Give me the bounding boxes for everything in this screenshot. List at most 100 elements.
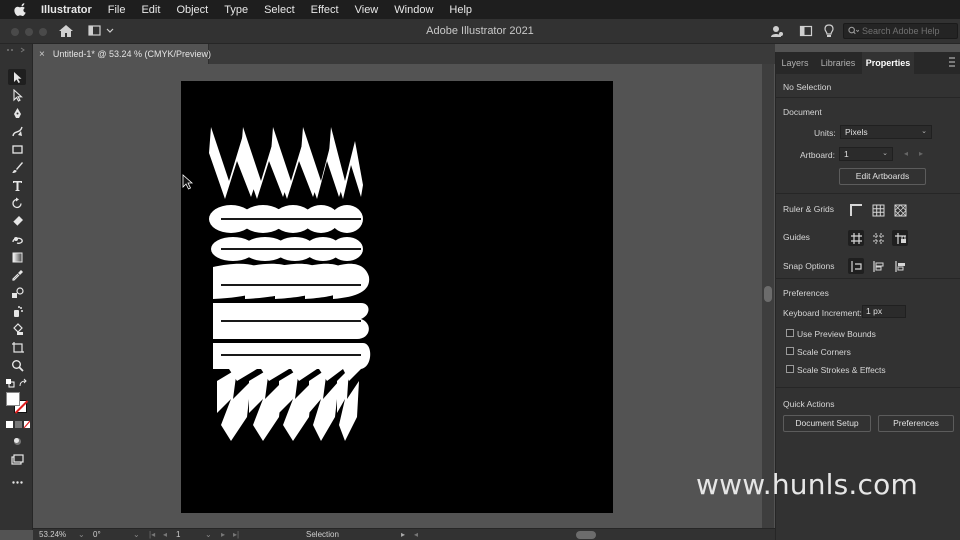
selection-status: No Selection bbox=[783, 82, 832, 92]
apple-icon[interactable] bbox=[14, 2, 28, 17]
scale-corners-checkbox[interactable] bbox=[786, 347, 794, 355]
close-document-icon[interactable]: × bbox=[39, 49, 45, 60]
share-user-icon[interactable] bbox=[770, 24, 784, 38]
help-search-box[interactable] bbox=[843, 23, 958, 39]
artboard-tool-icon[interactable] bbox=[8, 339, 26, 355]
artboard-value: 1 bbox=[844, 149, 849, 159]
scale-strokes-effects-checkbox[interactable] bbox=[786, 365, 794, 373]
last-artboard-icon[interactable]: ▸| bbox=[233, 530, 239, 539]
selection-tool-icon[interactable] bbox=[8, 69, 26, 85]
minimize-window-button[interactable] bbox=[25, 28, 33, 36]
color-mode-buttons[interactable] bbox=[4, 416, 30, 432]
menu-view[interactable]: View bbox=[355, 4, 379, 16]
eraser-tool-icon[interactable] bbox=[8, 213, 26, 229]
live-paint-bucket-tool-icon[interactable] bbox=[8, 321, 26, 337]
close-window-button[interactable] bbox=[11, 28, 19, 36]
illustrator-window: Illustrator File Edit Object Type Select… bbox=[0, 0, 960, 540]
properties-panel: Layers Libraries Properties No Selection… bbox=[775, 52, 960, 540]
use-preview-bounds-checkbox[interactable] bbox=[786, 329, 794, 337]
rotate-tool-icon[interactable] bbox=[8, 195, 26, 211]
grid-toggle-icon[interactable] bbox=[870, 202, 886, 218]
arrange-documents-icon[interactable] bbox=[799, 24, 813, 38]
artboard-number-field[interactable]: 1 bbox=[176, 530, 180, 539]
smart-guides-icon[interactable] bbox=[870, 230, 886, 246]
panel-menu-icon[interactable] bbox=[948, 56, 956, 68]
menu-type[interactable]: Type bbox=[224, 4, 248, 16]
eyedropper-tool-icon[interactable] bbox=[8, 267, 26, 283]
zoom-level-field[interactable]: 53.24% bbox=[39, 530, 66, 539]
first-artboard-icon[interactable]: |◂ bbox=[149, 530, 155, 539]
panel-tabs: Layers Libraries Properties bbox=[776, 52, 960, 74]
fill-stroke-swatch[interactable] bbox=[6, 392, 29, 414]
preferences-button[interactable]: Preferences bbox=[878, 415, 954, 432]
snap-to-glyph-icon[interactable] bbox=[892, 258, 908, 274]
symbol-sprayer-tool-icon[interactable] bbox=[8, 303, 26, 319]
zoom-window-button[interactable] bbox=[39, 28, 47, 36]
canvas-area[interactable] bbox=[34, 64, 762, 528]
artboard[interactable] bbox=[181, 81, 613, 513]
type-tool-icon[interactable] bbox=[8, 177, 26, 193]
rotation-field[interactable]: 0° bbox=[93, 530, 101, 539]
fill-swatch[interactable] bbox=[6, 392, 20, 406]
current-tool-status[interactable]: Selection bbox=[306, 530, 339, 539]
more-tools-icon[interactable] bbox=[8, 474, 26, 490]
artboard-dropdown[interactable]: 1 ⌄ bbox=[839, 147, 893, 161]
rectangle-tool-icon[interactable] bbox=[8, 141, 26, 157]
show-guides-icon[interactable] bbox=[848, 230, 864, 246]
transparency-grid-icon[interactable] bbox=[892, 202, 908, 218]
ruler-toggle-icon[interactable] bbox=[848, 202, 864, 218]
paintbrush-tool-icon[interactable] bbox=[8, 159, 26, 175]
default-colors-icon[interactable] bbox=[4, 375, 30, 391]
screen-mode-icon[interactable] bbox=[8, 451, 26, 467]
previous-artboard-icon[interactable]: ◂ bbox=[163, 530, 167, 539]
document-setup-button[interactable]: Document Setup bbox=[783, 415, 871, 432]
warp-tool-icon[interactable] bbox=[8, 231, 26, 247]
document-tab[interactable]: × Untitled-1* @ 53.24 % (CMYK/Preview) bbox=[33, 44, 212, 64]
lock-guides-icon[interactable] bbox=[892, 230, 908, 246]
next-artboard-icon[interactable]: ▸ bbox=[221, 530, 225, 539]
vertical-scroll-thumb[interactable] bbox=[764, 286, 772, 302]
rotation-chevron-icon[interactable]: ⌄ bbox=[133, 530, 140, 539]
tab-layers[interactable]: Layers bbox=[776, 52, 814, 74]
document-tab-bar: × Untitled-1* @ 53.24 % (CMYK/Preview) bbox=[33, 44, 775, 64]
distorted-type-artwork[interactable] bbox=[181, 81, 613, 513]
panel-grip-icon[interactable] bbox=[5, 47, 27, 53]
snap-to-point-icon[interactable] bbox=[848, 258, 864, 274]
menu-help[interactable]: Help bbox=[449, 4, 472, 16]
vertical-scrollbar[interactable] bbox=[762, 64, 774, 528]
menu-select[interactable]: Select bbox=[264, 4, 295, 16]
previous-artboard-arrow-icon[interactable]: ◂ bbox=[904, 149, 908, 158]
units-dropdown[interactable]: Pixels ⌄ bbox=[840, 125, 932, 139]
menu-effect[interactable]: Effect bbox=[311, 4, 339, 16]
blend-tool-icon[interactable] bbox=[8, 285, 26, 301]
snap-to-pixel-icon[interactable] bbox=[870, 258, 886, 274]
scroll-left-arrow-icon[interactable]: ◂ bbox=[414, 530, 418, 539]
home-icon[interactable] bbox=[57, 23, 75, 39]
menu-edit[interactable]: Edit bbox=[141, 4, 160, 16]
pen-tool-icon[interactable] bbox=[8, 105, 26, 121]
zoom-tool-icon[interactable] bbox=[8, 357, 26, 373]
menu-object[interactable]: Object bbox=[176, 4, 208, 16]
discover-lightbulb-icon[interactable] bbox=[822, 24, 836, 38]
tab-libraries[interactable]: Libraries bbox=[814, 52, 862, 74]
tab-properties[interactable]: Properties bbox=[862, 52, 914, 74]
chevron-down-icon: ⌄ bbox=[882, 150, 888, 157]
menu-bar: Illustrator File Edit Object Type Select… bbox=[0, 0, 960, 19]
status-menu-arrow-icon[interactable]: ▸ bbox=[401, 530, 405, 539]
edit-artboards-button[interactable]: Edit Artboards bbox=[839, 168, 926, 185]
keyboard-increment-input[interactable]: 1 px bbox=[862, 305, 906, 318]
help-search-input[interactable] bbox=[862, 26, 957, 36]
curvature-tool-icon[interactable] bbox=[8, 123, 26, 139]
workspace-switcher-icon[interactable] bbox=[88, 24, 116, 38]
menu-file[interactable]: File bbox=[108, 4, 126, 16]
menu-app-name[interactable]: Illustrator bbox=[41, 4, 92, 16]
quick-actions-heading: Quick Actions bbox=[783, 399, 835, 409]
gradient-tool-icon[interactable] bbox=[8, 249, 26, 265]
next-artboard-arrow-icon[interactable]: ▸ bbox=[919, 149, 923, 158]
horizontal-scroll-thumb[interactable] bbox=[576, 531, 596, 539]
artboard-chevron-icon[interactable]: ⌄ bbox=[205, 530, 212, 539]
draw-mode-icon[interactable] bbox=[8, 433, 26, 449]
direct-selection-tool-icon[interactable] bbox=[8, 87, 26, 103]
document-tab-title: Untitled-1* @ 53.24 % (CMYK/Preview) bbox=[52, 49, 212, 59]
menu-window[interactable]: Window bbox=[394, 4, 433, 16]
